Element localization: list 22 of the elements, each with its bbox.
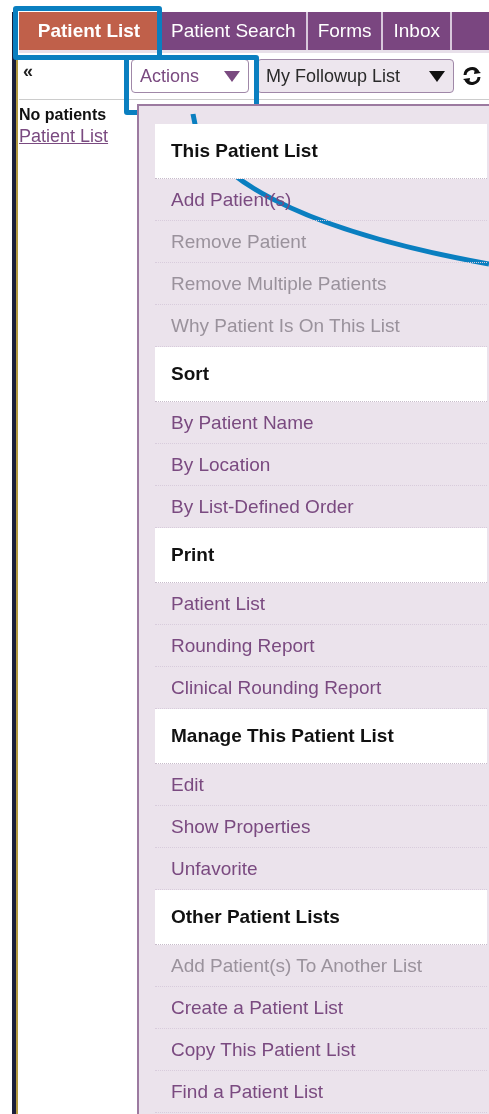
menu-item[interactable]: By Patient Name bbox=[155, 402, 487, 444]
caret-icon bbox=[429, 70, 445, 82]
caret-icon bbox=[224, 70, 240, 82]
menu-item[interactable]: Edit bbox=[155, 764, 487, 806]
refresh-icon[interactable] bbox=[462, 65, 482, 87]
menu-item[interactable]: Show Properties bbox=[155, 806, 487, 848]
menu-item[interactable]: Create a Patient List bbox=[155, 987, 487, 1029]
menu-item[interactable]: Copy This Patient List bbox=[155, 1029, 487, 1071]
menu-item[interactable]: Find a Patient List bbox=[155, 1071, 487, 1113]
menu-item[interactable]: Patient List bbox=[155, 583, 487, 625]
menu-section-header: Other Patient Lists bbox=[155, 890, 487, 945]
list-dropdown[interactable]: My Followup List bbox=[257, 59, 454, 93]
menu-item[interactable]: Rounding Report bbox=[155, 625, 487, 667]
menu-section-header: Sort bbox=[155, 347, 487, 402]
patient-list-link[interactable]: Patient List bbox=[19, 126, 109, 147]
menu-item[interactable]: By Location bbox=[155, 444, 487, 486]
collapse-button[interactable]: « bbox=[23, 60, 123, 82]
menu-section-header: Manage This Patient List bbox=[155, 709, 487, 764]
menu-section-header: Print bbox=[155, 528, 487, 583]
empty-message: No patients bbox=[19, 106, 108, 124]
actions-dropdown[interactable]: Actions bbox=[131, 59, 249, 93]
menu-section-header: This Patient List bbox=[155, 124, 487, 179]
